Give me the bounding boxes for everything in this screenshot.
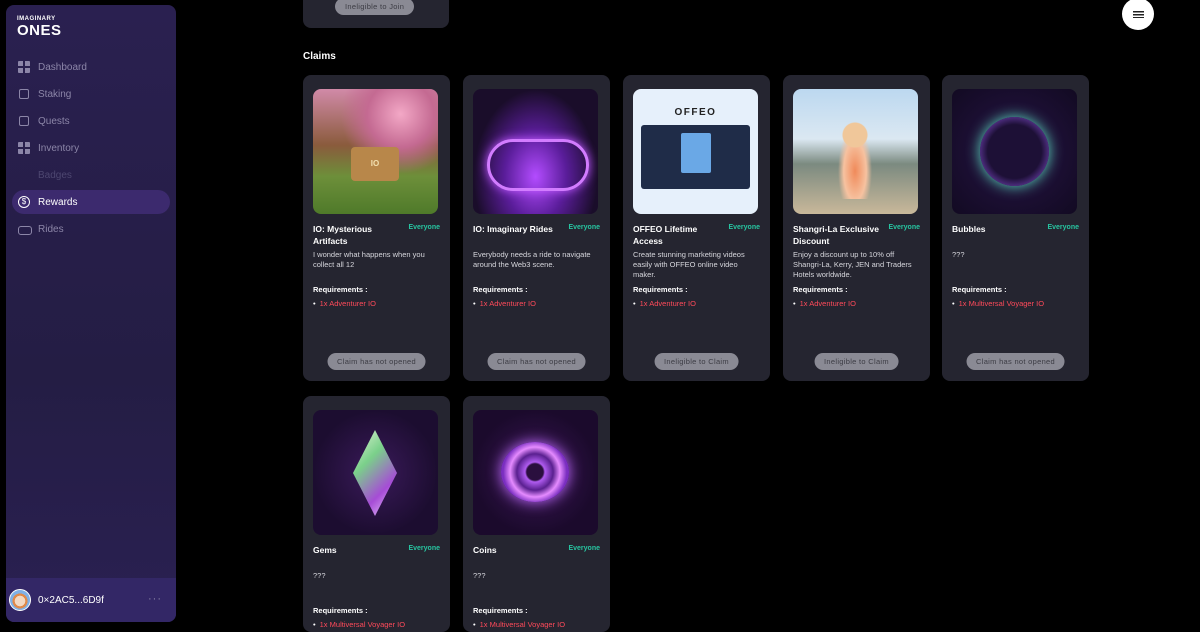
dashboard-icon — [18, 61, 30, 73]
sidebar-item-label: Inventory — [38, 142, 80, 154]
audience-tag: Everyone — [568, 545, 600, 552]
reward-card: IO: Imaginary Rides Everyone Everybody n… — [463, 75, 610, 381]
requirement-item: 1x Multiversal Voyager IO — [473, 620, 565, 629]
reward-image — [313, 89, 438, 214]
reward-image — [793, 89, 918, 214]
reward-card: Coins Everyone ??? Requirements : 1x Mul… — [463, 396, 610, 632]
claim-button[interactable]: Claim has not opened — [487, 353, 586, 370]
reward-description: Everybody needs a ride to navigate aroun… — [473, 250, 591, 269]
sidebar-item-label: Rewards — [38, 196, 78, 208]
sidebar-item-rewards[interactable]: Rewards — [12, 190, 170, 214]
reward-card: Gems Everyone ??? Requirements : 1x Mult… — [303, 396, 450, 632]
rewards-icon — [18, 196, 30, 208]
requirements-heading: Requirements : — [633, 285, 688, 294]
audience-tag: Everyone — [408, 224, 440, 231]
quests-icon — [18, 115, 30, 127]
sidebar-nav: Dashboard Staking Quests Inventory Badge… — [6, 55, 176, 244]
sidebar-item-label: Rides — [38, 223, 64, 235]
rides-icon — [18, 223, 32, 235]
badges-icon — [18, 169, 30, 181]
claim-button[interactable]: Ineligible to Claim — [654, 353, 739, 370]
reward-card: Bubbles Everyone ??? Requirements : 1x M… — [942, 75, 1089, 381]
reward-description: Enjoy a discount up to 10% off Shangri-L… — [793, 250, 912, 279]
reward-image — [473, 89, 598, 214]
sidebar-item-inventory[interactable]: Inventory — [12, 136, 170, 160]
reward-name: Coins — [473, 545, 497, 555]
hamburger-icon — [1132, 10, 1144, 18]
reward-name: IO: Imaginary Rides — [473, 224, 553, 234]
sidebar: IMAGINARY ONES Dashboard Staking Quests … — [6, 5, 176, 622]
reward-description: Create stunning marketing videos easily … — [633, 250, 745, 279]
reward-description: ??? — [313, 571, 326, 580]
reward-card: Shangri-La Exclusive Discount Everyone E… — [783, 75, 930, 381]
offeo-logo-text: OFFEO — [674, 107, 717, 118]
reward-image — [952, 89, 1077, 214]
reward-description: ??? — [473, 571, 486, 580]
brand-line2: ONES — [17, 22, 62, 39]
reward-name: OFFEO Lifetime Access — [633, 224, 698, 246]
requirement-item: 1x Adventurer IO — [793, 299, 856, 308]
user-bar[interactable]: 0×2AC5...6D9f ··· — [6, 578, 176, 622]
reward-card: OFFEO OFFEO Lifetime Access Everyone Cre… — [623, 75, 770, 381]
reward-image — [473, 410, 598, 535]
avatar[interactable] — [9, 589, 31, 611]
sidebar-item-staking[interactable]: Staking — [12, 82, 170, 106]
claim-button[interactable]: Claim has not opened — [966, 353, 1065, 370]
wallet-address: 0×2AC5...6D9f — [38, 594, 104, 606]
reward-description: I wonder what happens when you collect a… — [313, 250, 425, 269]
ineligible-to-join-button[interactable]: Ineligible to Join — [335, 0, 415, 15]
requirements-heading: Requirements : — [473, 606, 528, 615]
staking-icon — [18, 88, 30, 100]
requirements-heading: Requirements : — [793, 285, 848, 294]
sidebar-item-quests[interactable]: Quests — [12, 109, 170, 133]
previous-card: Ineligible to Join — [303, 0, 449, 28]
reward-image — [313, 410, 438, 535]
sidebar-item-rides[interactable]: Rides — [12, 217, 170, 241]
screen-mockup — [641, 125, 750, 189]
menu-button[interactable] — [1122, 0, 1154, 30]
sidebar-item-label: Badges — [38, 169, 72, 181]
sidebar-item-dashboard[interactable]: Dashboard — [12, 55, 170, 79]
reward-name: Shangri-La Exclusive Discount — [793, 224, 879, 246]
audience-tag: Everyone — [1047, 224, 1079, 231]
reward-name: Bubbles — [952, 224, 986, 234]
reward-name: Gems — [313, 545, 337, 555]
requirements-heading: Requirements : — [952, 285, 1007, 294]
reward-card: IO: Mysterious Artifacts Everyone I wond… — [303, 75, 450, 381]
sidebar-item-label: Staking — [38, 88, 72, 100]
reward-image: OFFEO — [633, 89, 758, 214]
reward-description: ??? — [952, 250, 965, 259]
sidebar-item-badges[interactable]: Badges — [12, 163, 170, 187]
inventory-icon — [18, 142, 30, 154]
section-title: Claims — [303, 51, 336, 62]
requirement-item: 1x Adventurer IO — [313, 299, 376, 308]
more-options-icon[interactable]: ··· — [148, 593, 162, 605]
requirements-heading: Requirements : — [473, 285, 528, 294]
claim-button[interactable]: Claim has not opened — [327, 353, 426, 370]
audience-tag: Everyone — [888, 224, 920, 231]
requirements-heading: Requirements : — [313, 606, 368, 615]
requirement-item: 1x Multiversal Voyager IO — [313, 620, 405, 629]
audience-tag: Everyone — [728, 224, 760, 231]
main-content: Ineligible to Join Claims IO: Mysterious… — [182, 0, 1200, 632]
reward-name: IO: Mysterious Artifacts — [313, 224, 373, 246]
requirement-item: 1x Multiversal Voyager IO — [952, 299, 1044, 308]
audience-tag: Everyone — [568, 224, 600, 231]
requirement-item: 1x Adventurer IO — [633, 299, 696, 308]
requirement-item: 1x Adventurer IO — [473, 299, 536, 308]
sidebar-item-label: Dashboard — [38, 61, 87, 73]
brand-logo[interactable]: IMAGINARY ONES — [17, 16, 62, 38]
sidebar-item-label: Quests — [38, 115, 70, 127]
audience-tag: Everyone — [408, 545, 440, 552]
claim-button[interactable]: Ineligible to Claim — [814, 353, 899, 370]
requirements-heading: Requirements : — [313, 285, 368, 294]
